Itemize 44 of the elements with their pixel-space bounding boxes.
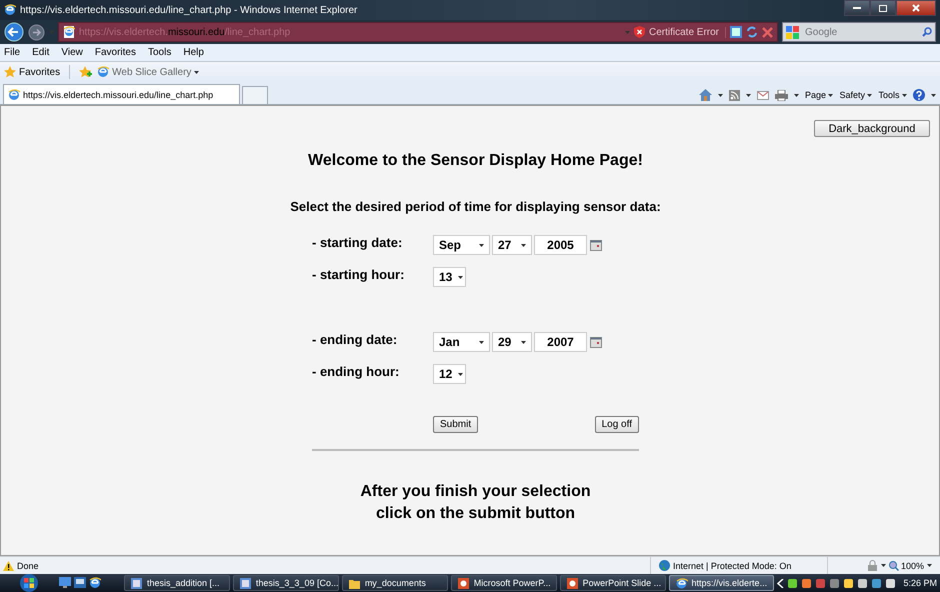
command-menu[interactable]: Tools [878,90,907,100]
year-field[interactable]: 2007 [534,332,587,352]
web-slice-gallery-link[interactable]: Web Slice Gallery [112,66,192,78]
form-button[interactable]: Log off [594,416,639,433]
field-label: - ending date: [312,332,398,346]
command-menu[interactable]: Page [804,90,834,100]
command-menu[interactable]: Safety [839,90,872,100]
clock-text[interactable]: 5:26 PM [903,578,937,588]
taskbar-button[interactable]: my_documents [342,575,448,591]
favorites-button[interactable]: Favorites [4,66,60,78]
search-input[interactable]: Google [803,26,918,38]
dropdown-field[interactable]: 12 [433,364,466,384]
security-zone-text: Internet | Protected Mode: On [672,560,792,570]
window-title: https://vis.eldertech.missouri.edu/line_chart.php - Windows Internet Explorer [20,4,358,16]
field-label: - starting hour: [312,266,406,282]
status-text: Done [17,560,39,570]
dark-background-button[interactable]: Dark_background [814,120,930,137]
field-label: - ending hour: [312,364,400,378]
dropdown-field[interactable]: Jan [433,332,490,352]
menu-item[interactable]: Edit [32,47,50,58]
instruction-text: Select the desired period of time for displaying sensor data: [289,199,662,214]
dropdown-field[interactable]: 27 [492,235,532,255]
menu-item[interactable]: Tools [148,47,172,58]
zoom-button[interactable]: 100% [888,560,924,570]
menu-item[interactable]: Help [183,47,204,58]
taskbar-button[interactable]: PowerPoint Slide ... [560,575,666,591]
field-label: - starting date: [312,234,404,250]
year-field[interactable]: 2005 [534,235,587,255]
taskbar-button[interactable]: Microsoft PowerP... [450,575,557,591]
footer-text: After you finish your selection click on the submit button [359,482,592,524]
search-field[interactable]: Google [782,22,936,42]
browser-tab[interactable]: https://vis.eldertech.missouri.edu/line_chart.php [3,84,240,104]
menu-item[interactable]: View [61,47,83,58]
certificate-error-label[interactable]: Certificate Error [648,26,726,38]
taskbar-button[interactable]: https://vis.elderte... [668,575,774,591]
dropdown-field[interactable]: 13 [433,267,466,287]
menu-item[interactable]: File [4,47,20,58]
page-heading: Welcome to the Sensor Display Home Page! [307,152,644,170]
taskbar-button[interactable]: thesis_addition [... [124,575,230,591]
form-button[interactable]: Submit [433,416,478,433]
taskbar-button[interactable]: thesis_3_3_09 [Co... [232,575,339,591]
dropdown-field[interactable]: Sep [433,235,490,255]
menu-item[interactable]: Favorites [94,47,136,58]
dropdown-field[interactable]: 29 [492,332,532,352]
